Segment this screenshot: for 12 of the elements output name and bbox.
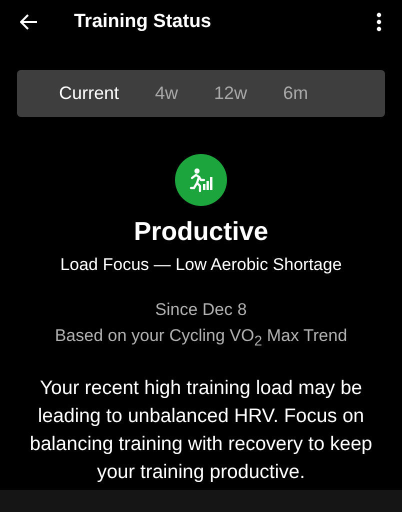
load-focus-text: Load Focus — Low Aerobic Shortage [60, 255, 342, 275]
period-tab[interactable]: 12w [204, 79, 258, 108]
status-message: Your recent high training load may be leading to unbalanced HRV. Focus on balancing training with recovery to keep your training productive. [28, 376, 374, 486]
screen-title: Training Status [74, 11, 212, 33]
back-icon[interactable] [20, 14, 38, 30]
basis-text: Based on your Cycling VO$_{2}$ Max Trend [54, 325, 348, 352]
period-tab[interactable]: 6m [273, 79, 318, 108]
status-label: Productive [134, 216, 268, 247]
period-tab[interactable]: 4w [145, 79, 188, 108]
more-icon[interactable] [376, 12, 382, 32]
since-date-text: Since Dec 8 [155, 299, 247, 321]
period-tab[interactable]: Current [49, 79, 130, 108]
